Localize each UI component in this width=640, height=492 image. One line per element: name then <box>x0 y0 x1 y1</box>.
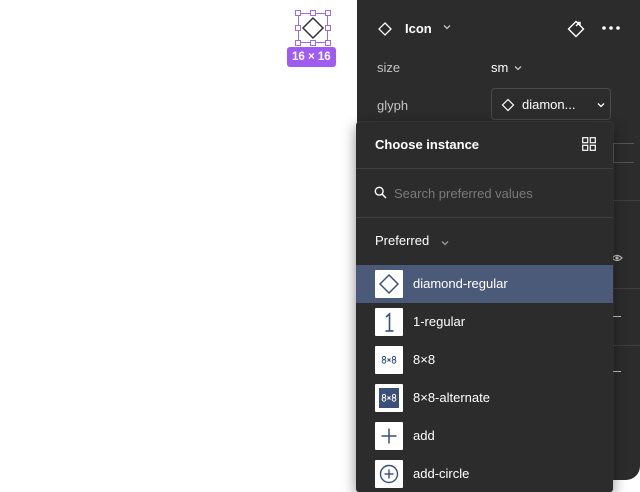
list-item-1-regular[interactable]: 1-regular <box>356 303 613 341</box>
list-item-add-circle[interactable]: add-circle <box>356 455 613 492</box>
list-item-label: 1-regular <box>413 314 466 329</box>
panel-header: Icon <box>357 0 640 58</box>
resize-handle-bottom-left[interactable] <box>295 40 301 46</box>
grid-view-icon[interactable] <box>582 137 596 151</box>
diamond-icon <box>501 98 515 112</box>
list-item-label: diamond-regular <box>413 276 508 291</box>
size-badge: 16 × 16 <box>287 47 336 67</box>
component-name[interactable]: Icon <box>405 21 432 37</box>
component-instance-icon <box>378 22 392 36</box>
chevron-down-icon[interactable] <box>442 22 452 32</box>
list-item-8x8-alternate[interactable]: 8×8-alternate <box>356 379 613 417</box>
diamond-icon <box>375 270 403 298</box>
list-item-label: 8×8 <box>413 352 436 367</box>
divider <box>356 168 613 169</box>
resize-handle-bottom[interactable] <box>310 40 316 46</box>
instance-list: diamond-regular 1-regular 8×8 8×8-altern… <box>356 265 613 492</box>
background-control <box>613 143 634 163</box>
resize-handle-right[interactable] <box>325 25 331 31</box>
search-icon <box>374 186 387 199</box>
popover-title: Choose instance <box>375 137 480 152</box>
background-divider <box>613 345 640 346</box>
list-item-add[interactable]: add <box>356 417 613 455</box>
background-divider <box>613 288 640 289</box>
chevron-down-icon[interactable] <box>440 238 450 248</box>
preferred-section-label[interactable]: Preferred <box>375 233 429 248</box>
background-divider <box>613 200 640 201</box>
choose-instance-popover: Choose instance Preferred diamond-regula… <box>356 122 613 492</box>
8x8-alternate-icon <box>375 384 403 412</box>
resize-handle-bottom-right[interactable] <box>325 40 331 46</box>
resize-handle-top[interactable] <box>310 10 316 16</box>
resize-handle-top-right[interactable] <box>325 10 331 16</box>
prop-label-size: size <box>377 60 401 75</box>
selected-icon-instance[interactable] <box>295 10 331 46</box>
list-item-8x8[interactable]: 8×8 <box>356 341 613 379</box>
list-item-label: add-circle <box>413 466 470 481</box>
remove-icon[interactable] <box>613 316 621 317</box>
prop-value-size[interactable]: sm <box>491 60 508 75</box>
remove-icon[interactable] <box>613 371 621 372</box>
plus-icon <box>375 422 403 450</box>
resize-handle-left[interactable] <box>295 25 301 31</box>
selection-frame <box>298 13 328 43</box>
chevron-down-icon[interactable] <box>513 63 523 73</box>
digit-one-icon <box>375 308 403 336</box>
list-item-label: add <box>413 428 435 443</box>
detach-instance-icon[interactable] <box>566 19 586 39</box>
resize-handle-top-left[interactable] <box>295 10 301 16</box>
list-item-diamond-regular[interactable]: diamond-regular <box>356 265 613 303</box>
list-item-label: 8×8-alternate <box>413 390 490 405</box>
glyph-select-value: diamon... <box>522 97 576 112</box>
plus-circle-icon <box>375 460 403 488</box>
glyph-select[interactable]: diamon... <box>491 88 611 120</box>
search-input[interactable] <box>394 182 594 204</box>
divider <box>356 217 613 218</box>
8x8-icon <box>375 346 403 374</box>
chevron-down-icon <box>597 103 605 108</box>
more-options-icon[interactable] <box>601 22 621 34</box>
prop-label-glyph: glyph <box>377 98 409 113</box>
